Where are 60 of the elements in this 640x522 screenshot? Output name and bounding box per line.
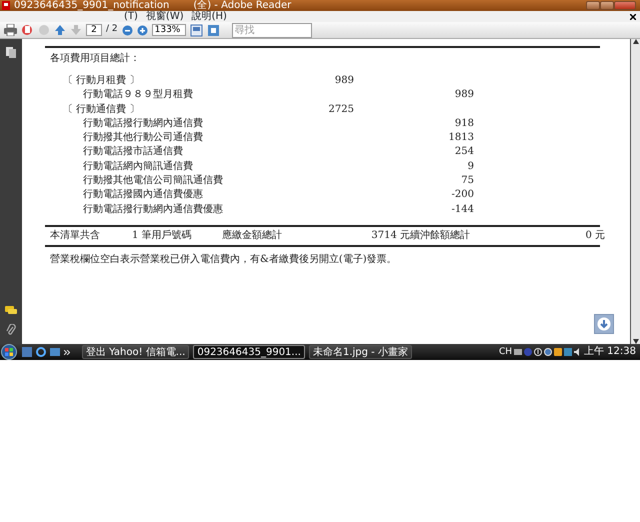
summary-text: 本清單共含	[50, 228, 101, 243]
comment-icon[interactable]	[5, 306, 17, 316]
menu-item[interactable]: (T)	[124, 11, 138, 22]
category-label: 〔 行動通信費 〕	[62, 102, 140, 117]
full-screen-icon[interactable]	[206, 24, 220, 36]
pdf-document-icon	[2, 1, 10, 10]
maximize-button[interactable]	[600, 1, 614, 10]
item-amount: 918	[454, 116, 474, 131]
item-label: 行動電話撥市話通信費	[82, 145, 184, 160]
minimize-button[interactable]	[586, 1, 600, 10]
summary-text: 3714 元	[370, 228, 410, 243]
zoom-out-icon[interactable]	[122, 24, 133, 36]
start-button[interactable]	[0, 344, 18, 360]
language-indicator[interactable]: CH	[498, 345, 512, 359]
previous-page-icon[interactable]	[54, 24, 66, 36]
item-amount: 1813	[448, 131, 474, 146]
zoom-field[interactable]: 133%	[152, 24, 186, 36]
summary-text: 應繳金額總計	[222, 228, 283, 243]
item-label: 行動撥其他電信公司簡訊通信費	[82, 174, 224, 188]
pages-icon[interactable]	[6, 47, 16, 58]
window-title: (全) - Adobe Reader	[193, 0, 292, 11]
item-label: 行動電話撥國內通信費優惠	[82, 188, 204, 202]
subtotal-amount: 2725	[328, 102, 354, 117]
note-text: 營業稅欄位空白表示營業稅已併入電信費內，有&者繳費後另開立(電子)發票。	[50, 252, 398, 267]
item-amount: 75	[460, 174, 474, 188]
item-amount: -200	[450, 188, 474, 202]
chevron-icon[interactable]	[64, 350, 70, 354]
subtotal-amount: 989	[334, 74, 354, 88]
page-number-field[interactable]: 2	[86, 24, 102, 36]
taskbar-button[interactable]: 未命名1.jpg - 小畫家	[308, 345, 412, 359]
item-amount: 254	[454, 145, 474, 160]
item-label: 行動電話網內簡訊通信費	[82, 160, 194, 174]
item-label: 行動撥其他行動公司通信費	[82, 131, 204, 146]
speaker-icon[interactable]	[574, 348, 582, 356]
category-label: 〔 行動月租費 〕	[62, 74, 140, 88]
summary-text: 續沖餘額總計	[410, 228, 471, 243]
clock[interactable]: 上午 12:38	[584, 345, 636, 359]
section-title: 各項費用項目總計：	[50, 52, 141, 66]
download-button[interactable]	[594, 314, 614, 334]
item-amount: 989	[454, 88, 474, 102]
summary-text: 1 筆用戶號碼	[132, 228, 193, 243]
zoom-in-icon[interactable]	[136, 24, 148, 36]
search-field[interactable]: 尋找	[232, 22, 312, 38]
print-icon[interactable]	[4, 24, 17, 36]
fit-page-icon[interactable]	[190, 24, 203, 36]
page-total: / 2	[106, 23, 118, 36]
create-pdf-icon[interactable]	[21, 24, 34, 36]
item-amount: -144	[450, 202, 474, 217]
menu-item[interactable]: 視窗(W)	[146, 11, 184, 22]
paperclip-icon[interactable]	[6, 324, 16, 336]
close-icon[interactable]	[630, 14, 636, 20]
item-label: 行動電話９８９型月租費	[82, 88, 194, 102]
taskbar-button[interactable]: 0923646435_9901...	[193, 345, 305, 359]
menu-item[interactable]: 說明(H)	[192, 11, 227, 22]
item-label: 行動電話撥行動網內通信費	[82, 116, 204, 131]
item-amount: 9	[466, 160, 474, 174]
window-title: 0923646435_9901_notification	[14, 0, 170, 11]
taskbar-button[interactable]: 登出 Yahoo! 信箱電...	[82, 345, 190, 359]
item-label: 行動電話撥行動網內通信費優惠	[82, 202, 224, 217]
summary-text: 0 元	[584, 228, 605, 243]
